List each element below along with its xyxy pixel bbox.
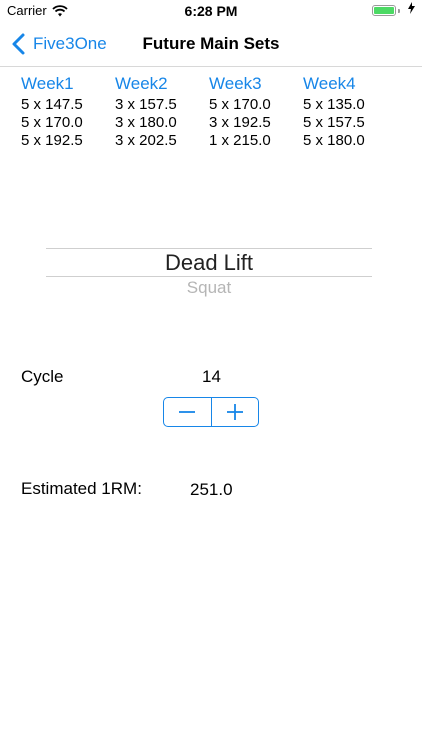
picker-bottom-line <box>46 276 372 277</box>
battery-nub <box>398 9 400 13</box>
plus-icon <box>226 404 243 420</box>
status-bar: Carrier 6:28 PM <box>0 0 422 22</box>
week-set: 5 x 157.5 <box>303 114 365 131</box>
cycle-stepper[interactable] <box>163 397 259 427</box>
lift-picker[interactable]: Dead Lift Squat <box>46 248 372 298</box>
week-set: 3 x 180.0 <box>115 114 177 131</box>
cycle-value: 14 <box>202 367 221 386</box>
week-set: 3 x 202.5 <box>115 132 177 149</box>
week-set: 5 x 147.5 <box>21 96 83 113</box>
picker-top-line <box>46 248 372 249</box>
navigation-bar: Five3One Future Main Sets <box>0 22 422 67</box>
week-set: 5 x 180.0 <box>303 132 365 149</box>
estimated-1rm-value: 251.0 <box>190 480 233 499</box>
weeks-grid: Week1 5 x 147.5 5 x 170.0 5 x 192.5 Week… <box>21 72 416 162</box>
week-set: 1 x 215.0 <box>209 132 271 149</box>
week-column-2: Week2 3 x 157.5 3 x 180.0 3 x 202.5 <box>115 72 210 150</box>
week-column-1: Week1 5 x 147.5 5 x 170.0 5 x 192.5 <box>21 72 116 150</box>
picker-option[interactable]: Squat <box>46 278 372 298</box>
week-header: Week3 <box>209 74 262 93</box>
week-set: 3 x 192.5 <box>209 114 271 131</box>
battery-level-fill <box>374 7 394 14</box>
battery-icon <box>372 5 396 16</box>
week-header: Week4 <box>303 74 356 93</box>
week-header: Week1 <box>21 74 74 93</box>
week-set: 5 x 170.0 <box>21 114 83 131</box>
estimated-1rm-label: Estimated 1RM: <box>21 479 142 498</box>
minus-icon <box>179 411 196 413</box>
week-set: 3 x 157.5 <box>115 96 177 113</box>
status-time: 6:28 PM <box>184 3 238 19</box>
week-column-4: Week4 5 x 135.0 5 x 157.5 5 x 180.0 <box>303 72 398 150</box>
week-set: 5 x 192.5 <box>21 132 83 149</box>
bolt-icon <box>408 2 415 17</box>
decrement-button[interactable] <box>164 398 211 426</box>
week-set: 5 x 135.0 <box>303 96 365 113</box>
week-set: 5 x 170.0 <box>209 96 271 113</box>
picker-selected-option[interactable]: Dead Lift <box>46 250 372 276</box>
week-header: Week2 <box>115 74 168 93</box>
page-title: Future Main Sets <box>142 34 280 53</box>
week-column-3: Week3 5 x 170.0 3 x 192.5 1 x 215.0 <box>209 72 304 150</box>
increment-button[interactable] <box>212 398 259 426</box>
cycle-label: Cycle <box>21 367 64 386</box>
